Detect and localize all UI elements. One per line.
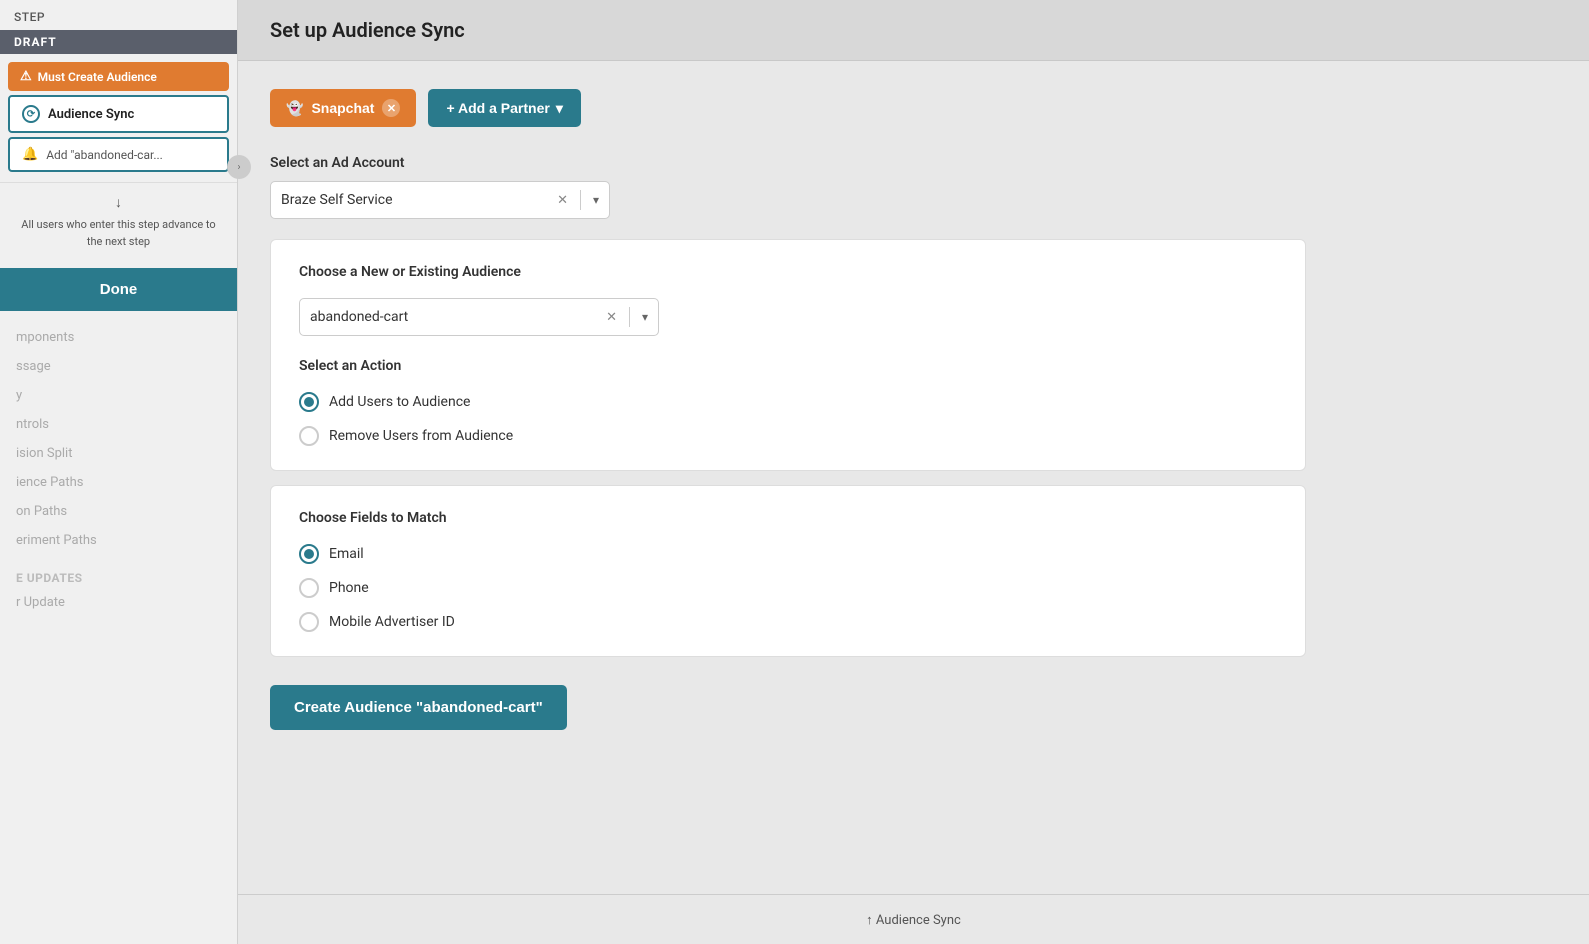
audience-value: abandoned-cart (310, 309, 600, 325)
nav-section-updates: e Updates (0, 561, 237, 588)
audience-sync-item[interactable]: ⟳ Audience Sync (8, 95, 229, 133)
ad-account-value: Braze Self Service (281, 192, 551, 208)
bell-icon: 🔔 (22, 147, 38, 162)
must-create-label: Must Create Audience (38, 70, 157, 84)
add-users-radio[interactable] (299, 392, 319, 412)
sidebar-item-controls[interactable]: ntrols (0, 410, 237, 439)
snapchat-button[interactable]: 👻 Snapchat ✕ (270, 89, 416, 127)
add-users-label: Add Users to Audience (329, 394, 470, 410)
fields-panel: Choose Fields to Match Email Phone Mobil… (270, 485, 1306, 657)
ad-account-section: Select an Ad Account Braze Self Service … (270, 155, 1306, 219)
snapchat-icon: 👻 (286, 100, 303, 117)
partner-row: 👻 Snapchat ✕ + Add a Partner ▾ (270, 89, 1306, 127)
ad-account-label: Select an Ad Account (270, 155, 1306, 171)
sync-icon: ⟳ (22, 105, 40, 123)
snapchat-label: Snapchat (311, 100, 374, 116)
add-abandoned-cart-item[interactable]: 🔔 Add "abandoned-car... (8, 137, 229, 172)
audience-label: Choose a New or Existing Audience (299, 264, 1277, 280)
page-title: Set up Audience Sync (270, 18, 1557, 42)
mobile-advertiser-radio[interactable] (299, 612, 319, 632)
ad-account-dropdown[interactable]: Braze Self Service ✕ ▾ (270, 181, 610, 219)
sidebar-item-decision-split[interactable]: ision Split (0, 439, 237, 468)
audience-panel: Choose a New or Existing Audience abando… (270, 239, 1306, 471)
dropdown-divider (580, 190, 581, 210)
bottom-bar: ↑ Audience Sync (238, 894, 1589, 944)
warning-icon: ⚠ (20, 69, 32, 84)
field-phone[interactable]: Phone (299, 578, 1277, 598)
email-label: Email (329, 546, 364, 562)
must-create-badge[interactable]: ⚠ Must Create Audience (8, 62, 229, 91)
sidebar-item-y[interactable]: y (0, 381, 237, 410)
sidebar-item-message[interactable]: ssage (0, 352, 237, 381)
snapchat-close-icon[interactable]: ✕ (382, 99, 400, 117)
advance-note: ↓ All users who enter this step advance … (0, 182, 237, 260)
sidebar-item-audience-paths[interactable]: ience Paths (0, 468, 237, 497)
action-radio-group: Add Users to Audience Remove Users from … (299, 392, 1277, 446)
field-mobile-advertiser-id[interactable]: Mobile Advertiser ID (299, 612, 1277, 632)
sidebar-item-r-update[interactable]: r Update (0, 588, 237, 617)
sidebar-item-experiment-paths[interactable]: eriment Paths (0, 526, 237, 555)
audience-sync-label: Audience Sync (48, 107, 134, 122)
arrow-down-icon: ↓ (14, 193, 223, 214)
audience-dropdown-divider (629, 307, 630, 327)
sidebar: Step DRAFT ⚠ Must Create Audience ⟳ Audi… (0, 0, 238, 944)
audience-clear-icon[interactable]: ✕ (606, 310, 617, 325)
add-partner-button[interactable]: + Add a Partner ▾ (428, 89, 580, 127)
ad-account-clear-icon[interactable]: ✕ (557, 193, 568, 208)
sidebar-nav-list: mponents ssage y ntrols ision Split ienc… (0, 311, 237, 944)
fields-label: Choose Fields to Match (299, 510, 1277, 526)
mobile-advertiser-label: Mobile Advertiser ID (329, 614, 455, 630)
bottom-bar-text: ↑ Audience Sync (866, 912, 961, 928)
email-radio[interactable] (299, 544, 319, 564)
phone-label: Phone (329, 580, 369, 596)
remove-users-label: Remove Users from Audience (329, 428, 513, 444)
done-button[interactable]: Done (0, 268, 237, 311)
main-content: Set up Audience Sync 👻 Snapchat ✕ + Add … (238, 0, 1589, 944)
draft-bar: DRAFT (0, 30, 237, 54)
chevron-down-icon: ▾ (556, 100, 563, 117)
add-partner-label: + Add a Partner (446, 100, 549, 116)
phone-radio[interactable] (299, 578, 319, 598)
sidebar-item-components[interactable]: mponents (0, 323, 237, 352)
action-add-users[interactable]: Add Users to Audience (299, 392, 1277, 412)
main-header: Set up Audience Sync (238, 0, 1589, 61)
action-remove-users[interactable]: Remove Users from Audience (299, 426, 1277, 446)
audience-dropdown[interactable]: abandoned-cart ✕ ▾ (299, 298, 659, 336)
add-item-label: Add "abandoned-car... (46, 148, 163, 162)
create-audience-button[interactable]: Create Audience "abandoned-cart" (270, 685, 567, 730)
audience-caret-icon[interactable]: ▾ (642, 310, 648, 324)
ad-account-caret-icon[interactable]: ▾ (593, 193, 599, 207)
action-label: Select an Action (299, 358, 1277, 374)
remove-users-radio[interactable] (299, 426, 319, 446)
step-label: Step (0, 0, 237, 30)
collapse-chevron[interactable]: › (227, 155, 251, 179)
main-body: 👻 Snapchat ✕ + Add a Partner ▾ Select an… (238, 61, 1338, 758)
field-email[interactable]: Email (299, 544, 1277, 564)
sidebar-item-on-paths[interactable]: on Paths (0, 497, 237, 526)
fields-radio-group: Email Phone Mobile Advertiser ID (299, 544, 1277, 632)
